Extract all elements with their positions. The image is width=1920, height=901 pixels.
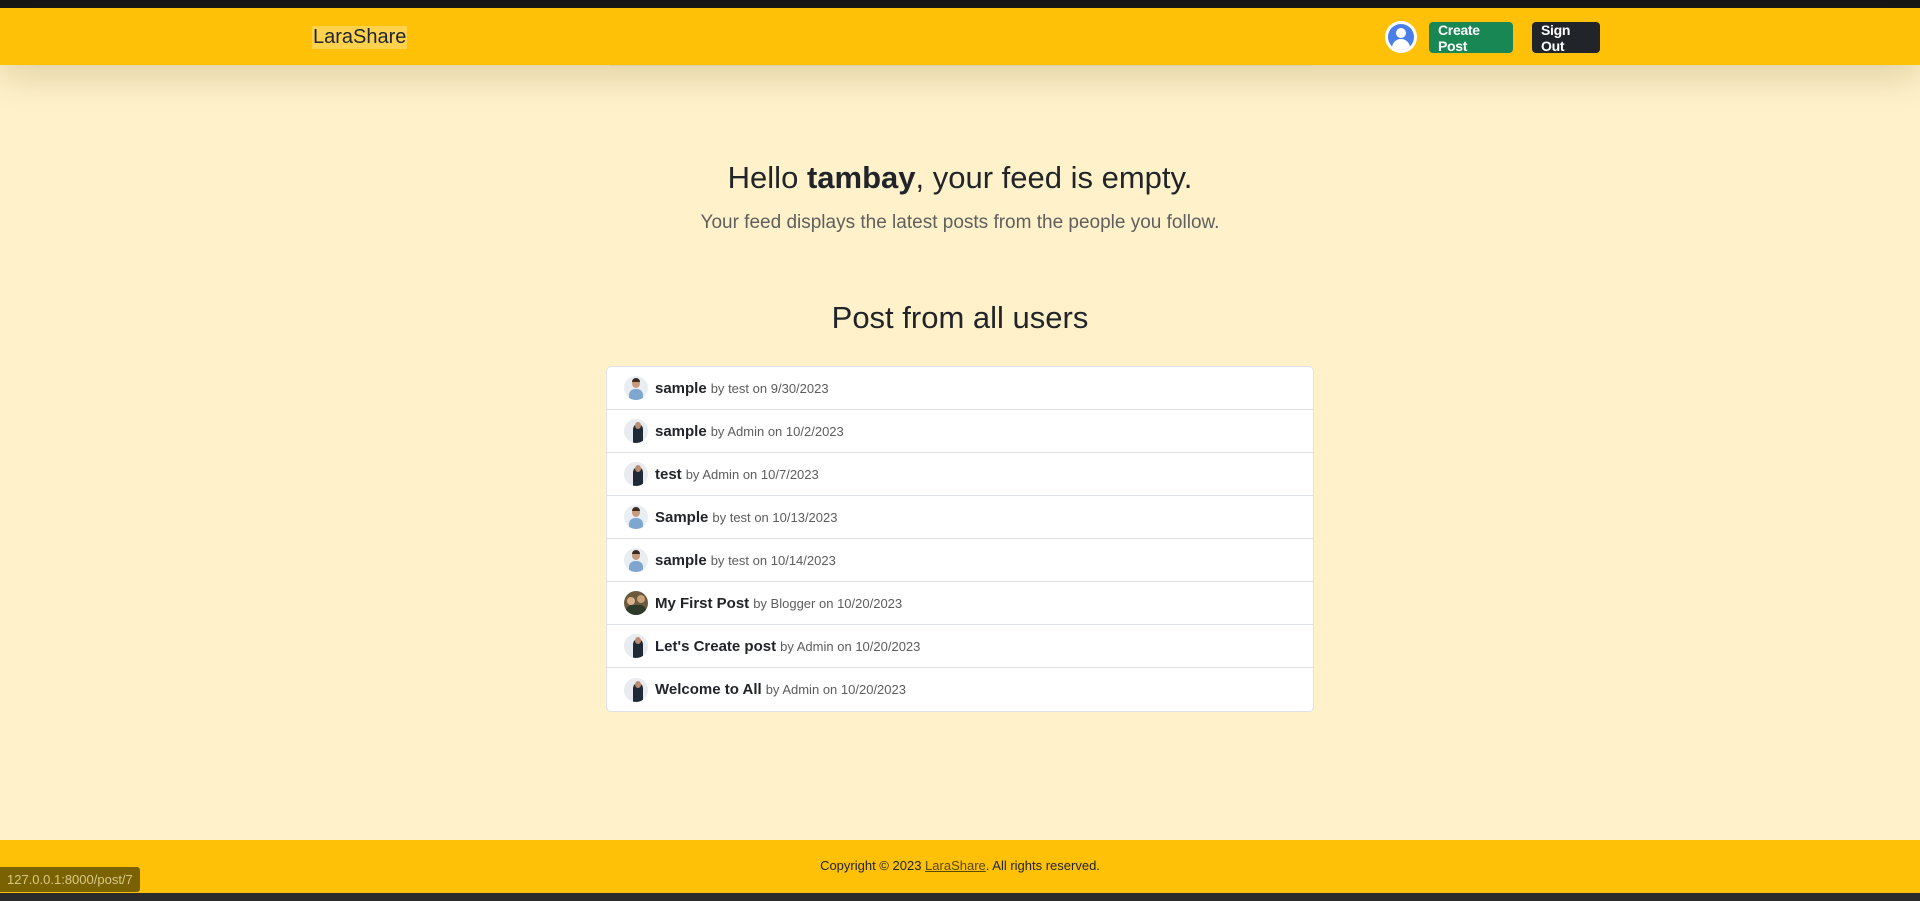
post-date: 10/14/2023: [770, 552, 836, 568]
post-author: Admin: [702, 466, 740, 482]
meta-by: by: [685, 466, 700, 482]
post-list-item[interactable]: test by Admin on 10/7/2023: [607, 453, 1313, 496]
meta-by: by: [765, 682, 780, 697]
post-list-item[interactable]: Sample by test on 10/13/2023: [607, 496, 1313, 539]
greeting-text: Hello: [727, 160, 807, 195]
post-author: Admin: [727, 423, 765, 439]
feed-description: Your feed displays the latest posts from…: [700, 212, 1220, 233]
post-date: 10/13/2023: [772, 509, 838, 525]
post-title: test: [655, 465, 682, 483]
footer: Copyright © 2023 LaraShare. All rights r…: [0, 840, 1920, 893]
post-meta: by Blogger on 10/20/2023: [753, 596, 902, 611]
meta-by: by: [710, 552, 725, 568]
post-list-item[interactable]: My First Post by Blogger on 10/20/2023: [607, 582, 1313, 625]
post-date: 10/20/2023: [837, 595, 903, 611]
profile-avatar-button[interactable]: [1385, 21, 1417, 53]
post-author: Admin: [796, 638, 834, 654]
post-list-item[interactable]: sample by Admin on 10/2/2023: [607, 410, 1313, 453]
meta-on: on: [752, 552, 768, 568]
author-avatar: [624, 548, 648, 572]
author-avatar: [624, 634, 648, 658]
post-author: test: [728, 552, 750, 568]
post-date: 10/7/2023: [760, 466, 819, 482]
post-list-item[interactable]: sample by test on 9/30/2023: [607, 367, 1313, 410]
header-divider: [609, 65, 1312, 66]
post-meta: by Admin on 10/20/2023: [766, 682, 906, 697]
post-meta: by Admin on 10/2/2023: [711, 424, 844, 439]
copyright-prefix: Copyright © 2023: [820, 858, 926, 873]
post-list-item[interactable]: sample by test on 10/14/2023: [607, 539, 1313, 582]
post-title: Let's Create post: [655, 637, 777, 655]
meta-on: on: [822, 682, 838, 697]
copyright-text: Copyright © 2023 LaraShare. All rights r…: [0, 858, 1920, 873]
feed-empty-heading: Hello tambay, your feed is empty.: [0, 160, 1920, 196]
browser-bottom-strip: [0, 893, 1920, 901]
browser-top-strip: [0, 0, 1920, 8]
create-post-button[interactable]: Create Post: [1429, 22, 1513, 54]
post-meta: by Admin on 10/7/2023: [686, 467, 819, 482]
post-title: sample: [655, 551, 707, 569]
author-avatar: [624, 419, 648, 443]
post-list: sample by test on 9/30/2023 sample by Ad…: [606, 366, 1314, 712]
link-preview-status-bar: 127.0.0.1:8000/post/7: [0, 867, 140, 892]
post-meta: by Admin on 10/20/2023: [780, 639, 920, 654]
post-date: 10/2/2023: [785, 423, 844, 439]
post-author: test: [729, 509, 751, 525]
empty-feed-message: , your feed is empty.: [915, 160, 1193, 195]
meta-by: by: [712, 509, 727, 525]
meta-on: on: [742, 466, 758, 482]
post-list-item[interactable]: Welcome to All by Admin on 10/20/2023: [607, 668, 1313, 711]
meta-on: on: [752, 380, 768, 396]
navbar: LaraShare Create Post Sign Out: [0, 8, 1920, 65]
post-list-item[interactable]: Let's Create post by Admin on 10/20/2023: [607, 625, 1313, 668]
post-date: 10/20/2023: [855, 638, 921, 654]
meta-on: on: [818, 595, 834, 611]
brand-logo[interactable]: LaraShare: [312, 26, 408, 49]
post-meta: by test on 10/14/2023: [711, 553, 836, 568]
footer-brand-link[interactable]: LaraShare: [925, 858, 986, 873]
meta-on: on: [837, 638, 852, 654]
post-author: test: [728, 380, 750, 396]
all-posts-heading: Post from all users: [831, 300, 1089, 335]
meta-on: on: [754, 509, 769, 525]
post-meta: by test on 9/30/2023: [711, 381, 829, 396]
meta-by: by: [710, 380, 725, 396]
author-avatar: [624, 505, 648, 529]
author-avatar: [624, 677, 648, 702]
author-avatar: [624, 591, 648, 615]
sign-out-button[interactable]: Sign Out: [1532, 22, 1600, 54]
post-title: Sample: [655, 508, 709, 526]
meta-on: on: [767, 423, 783, 439]
post-title: Welcome to All: [655, 681, 762, 698]
post-title: sample: [655, 379, 707, 397]
post-author: Admin: [782, 682, 820, 697]
post-author: Blogger: [770, 595, 816, 611]
meta-by: by: [710, 423, 725, 439]
post-meta: by test on 10/13/2023: [712, 510, 837, 525]
post-date: 9/30/2023: [770, 380, 829, 396]
user-circle-icon: [1388, 24, 1414, 50]
author-avatar: [624, 376, 648, 400]
post-title: My First Post: [655, 594, 750, 612]
copyright-suffix: . All rights reserved.: [985, 858, 1100, 873]
meta-by: by: [780, 638, 794, 654]
meta-by: by: [753, 595, 767, 611]
post-title: sample: [655, 422, 707, 440]
post-date: 10/20/2023: [840, 682, 906, 697]
author-avatar: [624, 462, 648, 486]
username: tambay: [806, 160, 916, 195]
